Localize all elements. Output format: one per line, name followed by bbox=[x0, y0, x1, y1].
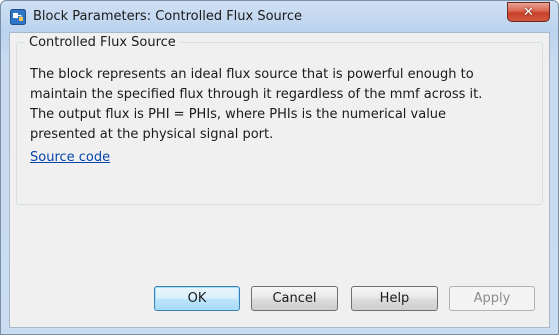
description-group: Controlled Flux Source The block represe… bbox=[16, 35, 543, 205]
description-line: The block represents an ideal flux sourc… bbox=[30, 67, 474, 82]
close-icon: ✕ bbox=[523, 4, 534, 20]
apply-button[interactable]: Apply bbox=[449, 286, 535, 311]
source-code-link[interactable]: Source code bbox=[30, 150, 110, 165]
description-line: The output flux is PHI = PHIs, where PHI… bbox=[30, 107, 447, 122]
block-description: The block represents an ideal flux sourc… bbox=[30, 65, 540, 145]
description-line: presented at the physical signal port. bbox=[30, 127, 274, 142]
description-line: maintain the specified flux through it r… bbox=[30, 87, 483, 102]
dialog-body: Controlled Flux Source The block represe… bbox=[9, 32, 550, 328]
simulink-block-icon bbox=[10, 9, 26, 25]
title-bar[interactable]: Block Parameters: Controlled Flux Source… bbox=[1, 1, 558, 33]
group-label: Controlled Flux Source bbox=[25, 35, 180, 50]
help-button[interactable]: Help bbox=[351, 286, 438, 311]
ok-button[interactable]: OK bbox=[154, 286, 240, 311]
cancel-button[interactable]: Cancel bbox=[251, 286, 338, 311]
window-title: Block Parameters: Controlled Flux Source bbox=[33, 9, 303, 24]
close-button[interactable]: ✕ bbox=[507, 2, 550, 22]
dialog-window: Block Parameters: Controlled Flux Source… bbox=[0, 0, 559, 335]
